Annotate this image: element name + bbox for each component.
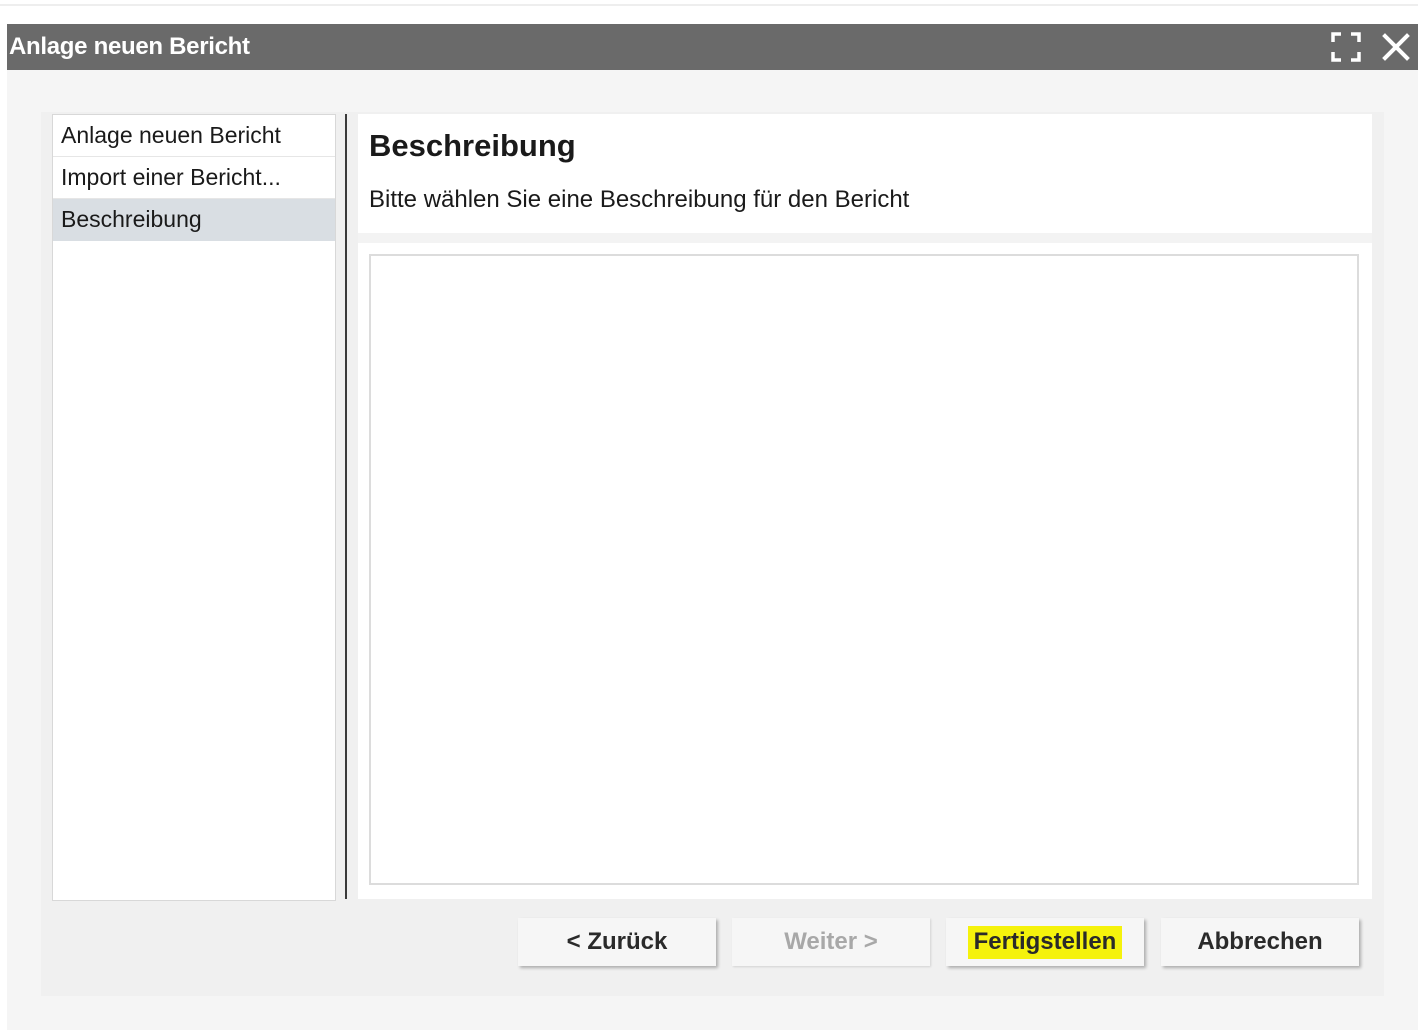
next-button[interactable]: Weiter >: [732, 918, 930, 966]
wizard-dialog: Anlage neuen Bericht Anlage neuen Berich…: [7, 24, 1418, 1030]
step-title: Beschreibung: [369, 128, 576, 163]
wizard-steps-list: Anlage neuen Bericht Import einer Berich…: [52, 114, 336, 901]
maximize-icon[interactable]: [1329, 30, 1363, 64]
top-divider: [0, 4, 1418, 6]
step-item-anlage[interactable]: Anlage neuen Bericht: [53, 115, 335, 157]
step-item-import[interactable]: Import einer Bericht...: [53, 157, 335, 199]
step-subtitle: Bitte wählen Sie eine Beschreibung für d…: [369, 186, 910, 213]
finish-button[interactable]: Fertigstellen: [946, 918, 1144, 966]
step-header: Beschreibung Bitte wählen Sie eine Besch…: [358, 114, 1372, 232]
splitter[interactable]: [345, 114, 347, 899]
cancel-button[interactable]: Abbrechen: [1161, 918, 1359, 966]
dialog-title: Anlage neuen Bericht: [9, 33, 250, 60]
step-item-beschreibung[interactable]: Beschreibung: [53, 199, 335, 241]
step-content: Beschreibung Bitte wählen Sie eine Besch…: [358, 114, 1372, 899]
finish-button-label: Fertigstellen: [967, 926, 1123, 959]
back-button[interactable]: < Zurück: [518, 918, 716, 966]
header-separator: [358, 233, 1372, 243]
dialog-titlebar[interactable]: Anlage neuen Bericht: [7, 24, 1418, 70]
description-textarea[interactable]: [369, 254, 1359, 885]
close-icon[interactable]: [1379, 30, 1413, 64]
wizard-frame: Anlage neuen Bericht Import einer Berich…: [41, 112, 1384, 996]
